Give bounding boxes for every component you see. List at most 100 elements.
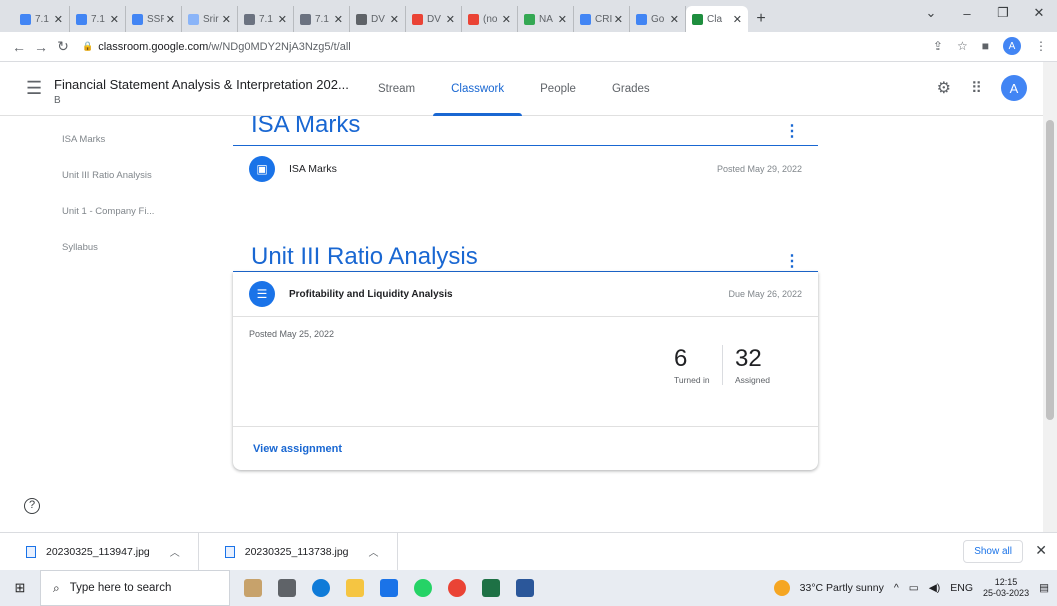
minimize-button[interactable]: – <box>949 6 985 21</box>
assigned-stat[interactable]: 32 Assigned <box>722 345 782 385</box>
download-item[interactable]: 20230325_113947.jpg ︿ <box>0 532 199 571</box>
topic-company-fi[interactable]: Unit 1 - Company Fi... <box>62 204 154 240</box>
gear-icon[interactable]: ⚙ <box>937 78 951 98</box>
url-domain: classroom.google.com <box>98 40 209 53</box>
browser-tab[interactable]: (no ✕ <box>462 6 518 32</box>
tab-favicon-icon <box>76 13 87 25</box>
browser-tab[interactable]: SSF✕ <box>126 6 182 32</box>
new-tab-button[interactable]: + <box>748 6 774 32</box>
tab-label: (no <box>483 13 498 25</box>
back-button[interactable]: ← <box>8 39 30 55</box>
tab-close-icon[interactable]: ✕ <box>502 13 511 26</box>
classwork-item-assignment[interactable]: ☰ Profitability and Liquidity Analysis D… <box>233 272 818 316</box>
tab-people[interactable]: People <box>522 62 594 116</box>
topic-syllabus[interactable]: Syllabus <box>62 240 154 276</box>
tab-close-icon[interactable]: ✕ <box>614 13 623 26</box>
assignment-card: ☰ Profitability and Liquidity Analysis D… <box>233 272 818 470</box>
browser-tab[interactable]: 7.1 ✕ <box>238 6 294 32</box>
language-indicator[interactable]: ENG <box>950 582 973 594</box>
tab-close-icon[interactable]: ✕ <box>446 13 455 26</box>
notifications-icon[interactable]: ▤ <box>1039 582 1049 594</box>
forward-button[interactable]: → <box>30 39 52 55</box>
tab-favicon-icon <box>132 13 143 25</box>
tab-close-icon[interactable]: ✕ <box>54 13 63 26</box>
browser-tab[interactable]: Go ✕ <box>630 6 686 32</box>
browser-tab[interactable]: DV ✕ <box>406 6 462 32</box>
tab-favicon-icon <box>356 13 367 25</box>
classwork-item-isa[interactable]: ▣ ISA Marks Posted May 29, 2022 <box>233 146 818 192</box>
topic-isa-marks[interactable]: ISA Marks <box>62 132 154 168</box>
tab-close-icon[interactable]: ✕ <box>558 13 567 26</box>
news-icon[interactable] <box>244 579 262 597</box>
show-all-button[interactable]: Show all <box>963 540 1023 563</box>
whatsapp-icon[interactable] <box>414 579 432 597</box>
turned-in-stat[interactable]: 6 Turned in <box>662 345 722 385</box>
tab-close-icon[interactable]: ✕ <box>334 13 343 26</box>
windows-start-icon[interactable]: ⊞ <box>0 580 40 596</box>
section-more-icon[interactable]: ⋮ <box>784 121 818 141</box>
main-menu-icon[interactable]: ☰ <box>26 78 42 99</box>
restore-button[interactable]: ❐ <box>985 5 1021 21</box>
download-filename: 20230325_113947.jpg <box>46 545 150 558</box>
topic-ratio-analysis[interactable]: Unit III Ratio Analysis <box>62 168 154 204</box>
excel-icon[interactable] <box>482 579 500 597</box>
header-actions: ⚙ ⠿ A <box>937 75 1027 101</box>
bookmark-star-icon[interactable]: ☆ <box>957 39 968 53</box>
close-icon[interactable]: ✕ <box>1035 542 1047 559</box>
clock[interactable]: 12:15 25-03-2023 <box>983 577 1029 599</box>
tab-label: NA <box>539 13 553 25</box>
view-assignment-link[interactable]: View assignment <box>253 443 342 455</box>
profile-avatar[interactable]: A <box>1003 37 1021 55</box>
system-tray: 33°C Partly sunny ^ ▭ ◀) ENG 12:15 25-03… <box>773 570 1049 606</box>
tray-chevron-icon[interactable]: ^ <box>894 582 899 594</box>
download-item[interactable]: 20230325_113738.jpg ︿ <box>199 532 398 571</box>
tab-close-icon[interactable]: ✕ <box>166 13 175 26</box>
section-title-isa: ISA Marks <box>251 116 361 138</box>
volume-icon[interactable]: ◀) <box>929 582 941 594</box>
taskbar-search[interactable]: ⌕ Type here to search <box>40 570 230 606</box>
section-more-icon[interactable]: ⋮ <box>784 251 818 271</box>
tab-close-icon[interactable]: ✕ <box>110 13 119 26</box>
edge-icon[interactable] <box>312 579 330 597</box>
share-icon[interactable]: ⇪ <box>933 39 943 53</box>
tab-close-icon[interactable]: ✕ <box>670 13 679 26</box>
tab-close-icon[interactable]: ✕ <box>733 13 742 26</box>
browser-tab[interactable]: 7.1 ✕ <box>70 6 126 32</box>
browser-tab[interactable]: 7.1 ✕ <box>14 6 70 32</box>
close-window-button[interactable]: ✕ <box>1021 5 1057 21</box>
chrome-icon[interactable] <box>448 579 466 597</box>
sidepanel-icon[interactable]: ■ <box>982 39 989 53</box>
apps-grid-icon[interactable]: ⠿ <box>971 79 982 97</box>
browser-tab[interactable]: DV ✕ <box>350 6 406 32</box>
browser-tab[interactable]: Cla ✕ <box>686 6 748 32</box>
page-scrollbar[interactable] <box>1043 62 1057 532</box>
url-field[interactable]: 🔒 classroom.google.com/w/NDg0MDY2NjA3Nzg… <box>82 41 351 53</box>
browser-tab[interactable]: Srir ✕ <box>182 6 238 32</box>
task-view-icon[interactable] <box>278 579 296 597</box>
course-title[interactable]: Financial Statement Analysis & Interpret… <box>54 77 349 92</box>
browser-tab[interactable]: NA ✕ <box>518 6 574 32</box>
tab-stream[interactable]: Stream <box>360 62 433 116</box>
tab-close-icon[interactable]: ✕ <box>222 13 231 26</box>
weather-text[interactable]: 33°C Partly sunny <box>800 582 884 594</box>
word-icon[interactable] <box>516 579 534 597</box>
network-icon[interactable]: ▭ <box>909 582 919 594</box>
help-icon[interactable]: ? <box>24 498 40 514</box>
browser-menu-icon[interactable]: ⋮ <box>1035 39 1047 53</box>
tab-search-icon[interactable]: ⌄ <box>913 5 949 21</box>
file-explorer-icon[interactable] <box>346 579 364 597</box>
url-path: /w/NDg0MDY2NjA3Nzg5/t/all <box>208 40 351 53</box>
reload-button[interactable]: ↻ <box>52 38 74 55</box>
browser-tab[interactable]: 7.1 ✕ <box>294 6 350 32</box>
account-avatar[interactable]: A <box>1001 75 1027 101</box>
tab-close-icon[interactable]: ✕ <box>390 13 399 26</box>
scrollbar-thumb[interactable] <box>1046 120 1054 420</box>
chevron-up-icon[interactable]: ︿ <box>369 544 379 559</box>
tab-grades[interactable]: Grades <box>594 62 668 116</box>
turned-in-count: 6 <box>674 345 688 372</box>
browser-tab[interactable]: CRI ✕ <box>574 6 630 32</box>
tab-close-icon[interactable]: ✕ <box>278 13 287 26</box>
mail-icon[interactable] <box>380 579 398 597</box>
tab-classwork[interactable]: Classwork <box>433 62 523 116</box>
chevron-up-icon[interactable]: ︿ <box>170 544 180 559</box>
